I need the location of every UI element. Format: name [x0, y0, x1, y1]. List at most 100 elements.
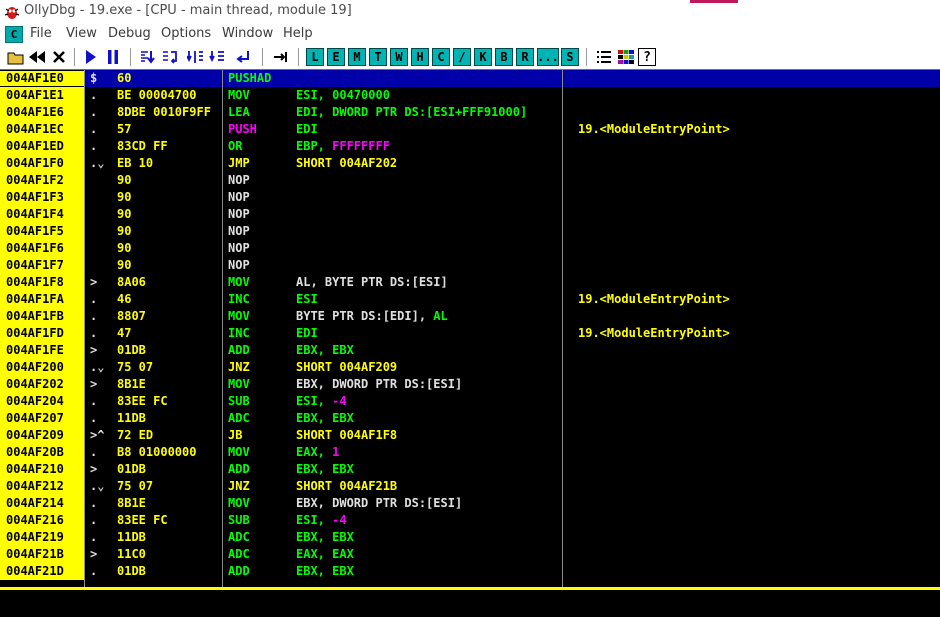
menu-help[interactable]: Help [283, 26, 313, 41]
rewind-icon[interactable] [28, 48, 46, 66]
disasm-row[interactable]: 004AF209 >^ 72 ED JB SHORT 004AF1F8 [0, 427, 940, 444]
step-into-icon[interactable] [138, 48, 158, 66]
disasm-row[interactable]: 004AF219. 11DB ADC EBX, EBX [0, 529, 940, 546]
operand-segment: FFFFFFFF [332, 139, 390, 153]
address-cell: 004AF1FB [6, 309, 64, 323]
disasm-row[interactable]: 004AF21B >11C0 ADC EAX, EAX [0, 546, 940, 563]
title-bar: OllyDbg - 19.exe - [CPU - main thread, m… [0, 0, 940, 24]
disasm-row[interactable]: 004AF1F3 90 NOP [0, 189, 940, 206]
disasm-row[interactable]: 004AF1E0 $60 PUSHAD [0, 70, 940, 87]
disasm-row[interactable]: 004AF207. 11DB ADC EBX, EBX [0, 410, 940, 427]
menu-window[interactable]: Window [222, 26, 273, 41]
pause-icon[interactable] [104, 48, 122, 66]
close-icon[interactable] [50, 48, 68, 66]
hex-dump-cell: 47 [117, 326, 132, 340]
source-window-button[interactable]: S [561, 48, 579, 66]
operand-cell: EBX, EBX [296, 564, 354, 579]
operand-cell: AL, BYTE PTR DS:[ESI] [296, 275, 448, 290]
hex-dump-cell: 11DB [117, 530, 146, 544]
jump-marker: . [90, 496, 98, 510]
trace-into-icon[interactable] [186, 48, 206, 66]
hex-dump-cell: 46 [117, 292, 132, 306]
memory-map-button[interactable]: M [348, 48, 366, 66]
operand-segment: ESI, [296, 513, 333, 527]
jump-marker: . [90, 88, 98, 102]
disasm-row[interactable]: 004AF210 >01DB ADD EBX, EBX [0, 461, 940, 478]
modules-window-button[interactable]: E [327, 48, 345, 66]
disasm-row[interactable]: 004AF1E6. 8DBE 0010F9FF LEA EDI, DWORD PTR … [0, 104, 940, 121]
hex-dump-cell: 8B1E [117, 496, 146, 510]
disasm-row[interactable]: 004AF20B. B8 01000000 MOV EAX, 1 [0, 444, 940, 461]
list-view-icon[interactable] [594, 48, 614, 66]
operand-segment: EDI, DWORD PTR DS:[ESI+FFF91000] [296, 105, 528, 119]
menu-file[interactable]: File [30, 26, 52, 41]
appearance-colors-icon[interactable] [616, 48, 636, 66]
operand-cell: SHORT 004AF1F8 [296, 428, 397, 443]
disasm-row[interactable]: 004AF212 .⌄ 75 07 JNZ SHORT 004AF21B [0, 478, 940, 495]
disasm-row[interactable]: 004AF1F8 >8A06 MOV AL, BYTE PTR DS:[ESI] [0, 274, 940, 291]
mnemonic-cell: MOV [228, 275, 250, 289]
threads-window-button[interactable]: T [369, 48, 387, 66]
trace-over-icon[interactable] [208, 48, 228, 66]
menu-debug[interactable]: Debug [108, 26, 151, 41]
disasm-row[interactable]: 004AF1F2 90 NOP [0, 172, 940, 189]
disasm-row[interactable]: 004AF1F5 90 NOP [0, 223, 940, 240]
hex-dump-cell: 57 [117, 122, 132, 136]
jump-marker: > [90, 462, 98, 476]
step-over-icon[interactable] [160, 48, 180, 66]
handles-window-button[interactable]: H [411, 48, 429, 66]
disasm-row[interactable]: 004AF204. 83EE FC SUB ESI, -4 [0, 393, 940, 410]
cpu-window-button[interactable]: C [432, 48, 450, 66]
go-to-origin-icon[interactable] [272, 48, 292, 66]
patches-window-button[interactable]: / [453, 48, 471, 66]
hex-dump-cell: BE 00004700 [117, 88, 197, 102]
disasm-row[interactable]: 004AF1ED. 83CD FF OR EBP, FFFFFFFF [0, 138, 940, 155]
ollydbg-bug-icon [4, 7, 20, 19]
disasm-row[interactable]: 004AF1EC. 57 PUSH EDI 19.<ModuleEntryPoint> [0, 121, 940, 138]
disasm-row[interactable]: 004AF1FE >01DB ADD EBX, EBX [0, 342, 940, 359]
jump-marker: . [90, 394, 98, 408]
help-icon[interactable]: ? [638, 48, 656, 66]
disasm-row[interactable]: 004AF214. 8B1E MOV EBX, DWORD PTR DS:[ESI] [0, 495, 940, 512]
operand-segment: EAX, [296, 445, 333, 459]
address-cell: 004AF20B [6, 445, 64, 459]
cpu-window-icon[interactable]: C [5, 26, 23, 43]
address-cell: 004AF1EC [6, 122, 64, 136]
column-divider [222, 70, 223, 589]
disasm-row[interactable]: 004AF1F6 90 NOP [0, 240, 940, 257]
open-folder-icon[interactable] [6, 48, 26, 66]
comment-cell: 19.<ModuleEntryPoint> [578, 292, 730, 306]
address-cell: 004AF204 [6, 394, 64, 408]
run-icon[interactable] [82, 48, 100, 66]
breakpoints-window-button[interactable]: B [495, 48, 513, 66]
windows-list-button[interactable]: W [390, 48, 408, 66]
jump-marker: .⌄ [90, 156, 105, 170]
operand-segment: AL [433, 309, 448, 323]
disassembly-pane[interactable]: 004AF1E0 $60 PUSHAD 004AF1E1. BE 00004700 MOV… [0, 70, 940, 589]
disasm-row[interactable]: 004AF202 >8B1E MOV EBX, DWORD PTR DS:[ESI] [0, 376, 940, 393]
mnemonic-cell: ADD [228, 343, 250, 357]
disasm-row[interactable]: 004AF1E1. BE 00004700 MOV ESI, 00470000 [0, 87, 940, 104]
jump-marker: . [90, 445, 98, 459]
menu-view[interactable]: View [66, 26, 97, 41]
menu-options[interactable]: Options [161, 26, 211, 41]
address-cell: 004AF1FD [6, 326, 64, 340]
disasm-row[interactable]: 004AF1F0 .⌄ EB 10 JMP SHORT 004AF202 [0, 155, 940, 172]
disasm-row[interactable]: 004AF21D. 01DB ADD EBX, EBX [0, 563, 940, 580]
call-stack-button[interactable]: K [474, 48, 492, 66]
disasm-row[interactable]: 004AF200 .⌄ 75 07 JNZ SHORT 004AF209 [0, 359, 940, 376]
disasm-row[interactable]: 004AF216. 83EE FC SUB ESI, -4 [0, 512, 940, 529]
log-window-button[interactable]: L [306, 48, 324, 66]
address-cell: 004AF21B [6, 547, 64, 561]
disasm-row[interactable]: 004AF1F7 90 NOP [0, 257, 940, 274]
disasm-row[interactable]: 004AF1FA. 46 INC ESI 19.<ModuleEntryPoint> [0, 291, 940, 308]
toolbar-separator [130, 48, 131, 66]
disasm-row[interactable]: 004AF1FB. 8807 MOV BYTE PTR DS:[EDI], AL [0, 308, 940, 325]
disasm-row[interactable]: 004AF1F4 90 NOP [0, 206, 940, 223]
references-window-button[interactable]: R [516, 48, 534, 66]
execute-till-return-icon[interactable] [234, 48, 254, 66]
mnemonic-cell: SUB [228, 394, 250, 408]
disasm-row[interactable]: 004AF1FD. 47 INC EDI 19.<ModuleEntryPoint> [0, 325, 940, 342]
run-trace-button[interactable]: ... [537, 48, 559, 66]
window-title: OllyDbg - 19.exe - [CPU - main thread, m… [24, 3, 352, 18]
